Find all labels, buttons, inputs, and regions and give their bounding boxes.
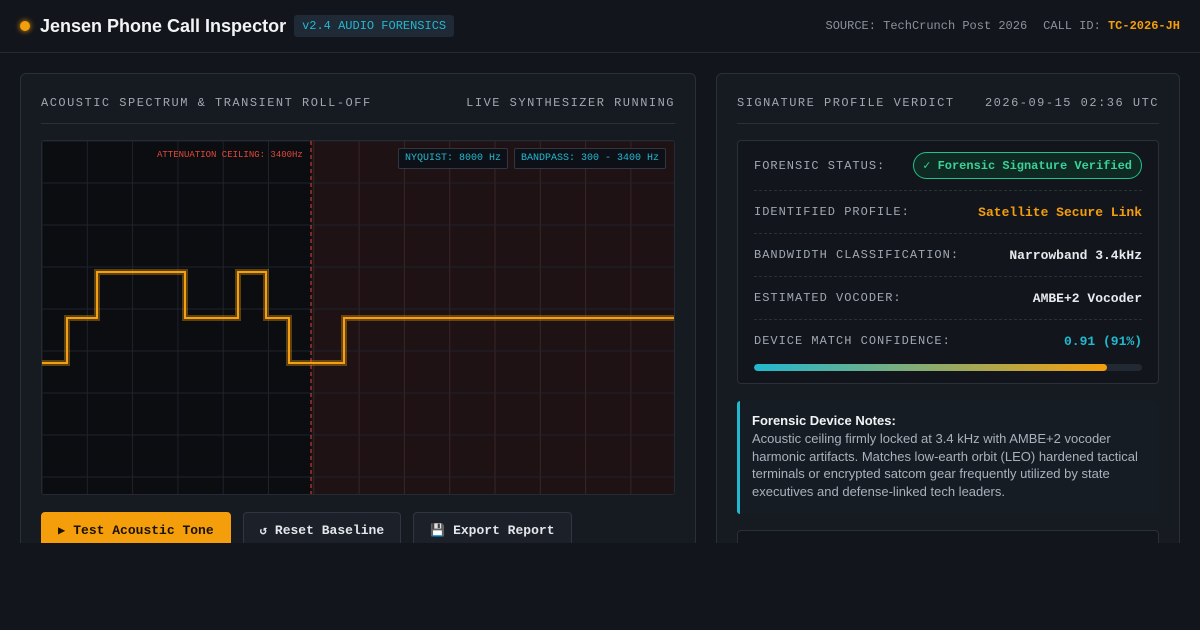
forensic-notes-title: Forensic Device Notes: xyxy=(752,413,896,428)
confidence-label: DEVICE MATCH CONFIDENCE: xyxy=(754,334,951,348)
bandwidth-label: BANDWIDTH CLASSIFICATION: xyxy=(754,248,960,262)
verdict-panel-title: SIGNATURE PROFILE VERDICT xyxy=(737,96,955,110)
floppy-disk-icon: 💾 xyxy=(430,523,446,538)
bandwidth-row: BANDWIDTH CLASSIFICATION: Narrowband 3.4… xyxy=(754,234,1142,277)
forensic-notes: Forensic Device Notes: Acoustic ceiling … xyxy=(737,401,1159,514)
verdict-timestamp: 2026-09-15 02:36 UTC xyxy=(984,96,1159,110)
vocoder-value: AMBE+2 Vocoder xyxy=(1032,290,1142,306)
next-section-card xyxy=(737,530,1159,543)
spectrum-panel: ACOUSTIC SPECTRUM & TRANSIENT ROLL-OFF L… xyxy=(20,73,696,543)
vocoder-label: ESTIMATED VOCODER: xyxy=(754,291,902,305)
confidence-bar-fill xyxy=(754,364,1108,371)
verdict-panel: SIGNATURE PROFILE VERDICT 2026-09-15 02:… xyxy=(716,73,1180,543)
identified-profile-label: IDENTIFIED PROFILE: xyxy=(754,205,910,219)
forensic-status-row: FORENSIC STATUS: ✓ Forensic Signature Ve… xyxy=(754,141,1142,191)
spectrum-panel-title: ACOUSTIC SPECTRUM & TRANSIENT ROLL-OFF xyxy=(41,96,372,110)
export-report-button[interactable]: 💾 Export Report xyxy=(413,512,572,543)
vocoder-row: ESTIMATED VOCODER: AMBE+2 Vocoder xyxy=(754,277,1142,320)
bandpass-badge: BANDPASS: 300 - 3400 Hz xyxy=(513,148,666,169)
content-area: ACOUSTIC SPECTRUM & TRANSIENT ROLL-OFF L… xyxy=(0,0,1200,543)
confidence-value: 0.91 (91%) xyxy=(1063,333,1142,349)
confidence-bar xyxy=(754,364,1142,371)
forensic-status-badge: ✓ Forensic Signature Verified xyxy=(913,152,1142,179)
scope-badges: NYQUIST: 8000 Hz BANDPASS: 300 - 3400 Hz xyxy=(397,148,666,169)
spectrum-scope: ATTENUATION CEILING: 3400Hz NYQUIST: 800… xyxy=(41,140,675,495)
spectrum-panel-header: ACOUSTIC SPECTRUM & TRANSIENT ROLL-OFF L… xyxy=(41,96,675,124)
reset-icon: ↺ xyxy=(259,523,267,538)
forensic-notes-body: Acoustic ceiling firmly locked at 3.4 kH… xyxy=(752,431,1138,499)
bandwidth-value: Narrowband 3.4kHz xyxy=(1009,247,1142,263)
identified-profile-value: Satellite Secure Link xyxy=(978,204,1142,220)
synth-status: LIVE SYNTHESIZER RUNNING xyxy=(466,96,675,110)
verdict-details: FORENSIC STATUS: ✓ Forensic Signature Ve… xyxy=(737,140,1159,384)
reset-baseline-button[interactable]: ↺ Reset Baseline xyxy=(242,512,402,543)
play-icon: ▶ xyxy=(58,523,66,538)
empty-footer-area xyxy=(0,543,1200,630)
confidence-row: DEVICE MATCH CONFIDENCE: 0.91 (91%) xyxy=(754,320,1142,362)
verdict-panel-header: SIGNATURE PROFILE VERDICT 2026-09-15 02:… xyxy=(737,96,1159,124)
waveform-plot xyxy=(42,141,674,494)
action-buttons: ▶ Test Acoustic Tone ↺ Reset Baseline 💾 … xyxy=(41,512,572,543)
forensic-status-label: FORENSIC STATUS: xyxy=(754,158,886,173)
nyquist-badge: NYQUIST: 8000 Hz xyxy=(397,148,508,169)
test-acoustic-tone-label: Test Acoustic Tone xyxy=(73,522,214,538)
attenuation-ceiling-label: ATTENUATION CEILING: 3400Hz xyxy=(157,150,303,160)
reset-baseline-label: Reset Baseline xyxy=(274,522,385,538)
export-report-label: Export Report xyxy=(453,522,555,538)
test-acoustic-tone-button[interactable]: ▶ Test Acoustic Tone xyxy=(41,512,231,543)
identified-profile-row: IDENTIFIED PROFILE: Satellite Secure Lin… xyxy=(754,191,1142,234)
